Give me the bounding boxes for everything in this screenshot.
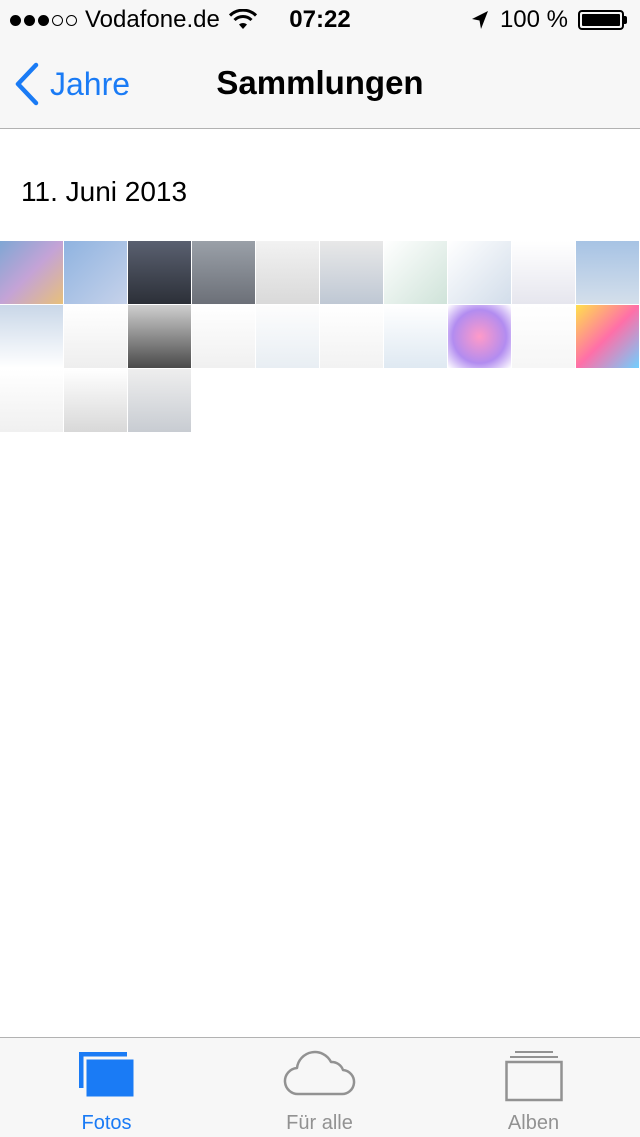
photo-thumbnail[interactable] xyxy=(320,305,383,368)
photo-thumbnail[interactable] xyxy=(128,241,191,304)
page-title: Sammlungen xyxy=(216,64,424,101)
battery-icon xyxy=(578,9,630,31)
photo-thumbnail[interactable] xyxy=(192,305,255,368)
photo-thumbnail[interactable] xyxy=(0,369,63,432)
photo-thumbnail[interactable] xyxy=(512,305,575,368)
photo-thumbnail[interactable] xyxy=(384,305,447,368)
moment-date-header[interactable]: 11. Juni 2013 xyxy=(21,176,187,208)
photo-thumbnail[interactable] xyxy=(256,305,319,368)
photo-thumbnail[interactable] xyxy=(128,369,191,432)
navigation-bar: Jahre Sammlungen xyxy=(0,40,640,129)
tab-shared-label: Für alle xyxy=(286,1112,353,1134)
photo-thumbnail[interactable] xyxy=(320,241,383,304)
photo-thumbnail[interactable] xyxy=(384,241,447,304)
tab-albums-label: Alben xyxy=(507,1112,560,1134)
photos-icon xyxy=(78,1052,136,1100)
photo-thumbnail[interactable] xyxy=(0,305,63,368)
photo-thumbnail[interactable] xyxy=(512,241,575,304)
photo-thumbnail[interactable] xyxy=(128,305,191,368)
location-arrow-icon xyxy=(471,11,488,29)
tab-photos-label: Fotos xyxy=(81,1112,132,1134)
tab-albums[interactable]: Alben xyxy=(427,1038,640,1137)
tab-bar: Fotos Für alle Alben xyxy=(0,1037,640,1137)
photo-thumbnail[interactable] xyxy=(576,241,639,304)
photo-thumbnail[interactable] xyxy=(0,241,63,304)
photo-thumbnail[interactable] xyxy=(64,369,127,432)
tab-shared[interactable]: Für alle xyxy=(213,1038,426,1137)
status-bar: Vodafone.de 07:22 100 % xyxy=(0,0,640,40)
photo-thumbnail[interactable] xyxy=(448,241,511,304)
photo-thumbnail[interactable] xyxy=(64,241,127,304)
tab-photos[interactable]: Fotos xyxy=(0,1038,213,1137)
photo-thumbnail[interactable] xyxy=(576,305,639,368)
photo-thumbnail[interactable] xyxy=(256,241,319,304)
battery-percent: 100 % xyxy=(499,6,568,33)
status-right: 100 % xyxy=(470,6,630,34)
photo-thumbnail[interactable] xyxy=(192,241,255,304)
photo-thumbnail[interactable] xyxy=(448,305,511,368)
albums-icon xyxy=(504,1051,563,1102)
cloud-icon xyxy=(283,1050,355,1096)
photo-thumbnail[interactable] xyxy=(64,305,127,368)
